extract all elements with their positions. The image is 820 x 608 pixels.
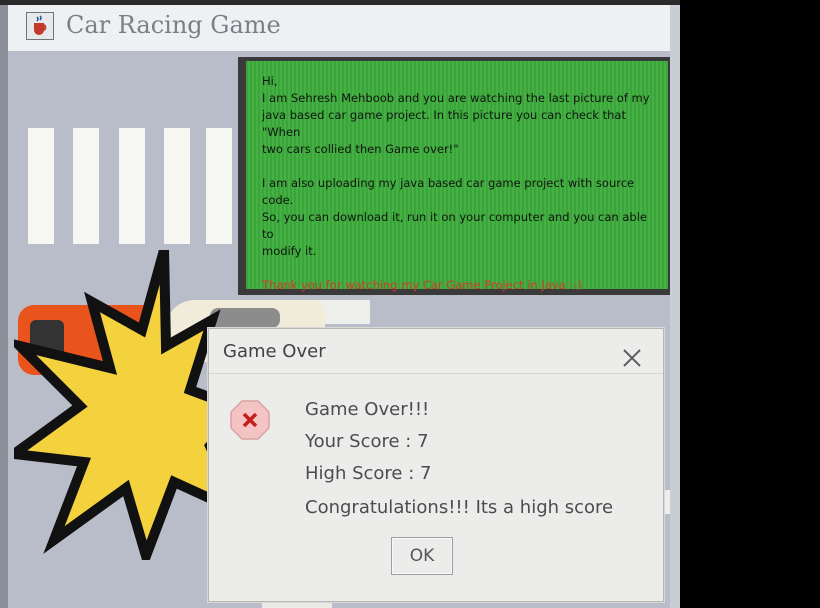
crosswalk-stripe bbox=[164, 128, 190, 244]
message-text-area: Hi, I am Sehresh Mehboob and you are wat… bbox=[246, 61, 668, 292]
black-margin bbox=[680, 0, 820, 608]
dialog-divider bbox=[209, 373, 663, 374]
crosswalk-stripe bbox=[28, 128, 54, 244]
message-line: So, you can download it, run it on your … bbox=[262, 210, 647, 241]
dialog-score-line: Your Score : 7 bbox=[305, 431, 429, 452]
message-line: two cars collied then Game over!" bbox=[262, 142, 459, 156]
photo-frame: Car Racing Game Hi, I am Sehresh Mehboob… bbox=[0, 0, 680, 608]
message-line: modify it. bbox=[262, 244, 317, 258]
dialog-highscore-line: High Score : 7 bbox=[305, 463, 432, 484]
ok-button[interactable]: OK bbox=[391, 537, 453, 575]
message-panel: Hi, I am Sehresh Mehboob and you are wat… bbox=[238, 57, 670, 295]
game-over-dialog: Game Over Game Over!!! Your Score : 7 Hi… bbox=[208, 328, 664, 602]
dialog-message-line: Game Over!!! bbox=[305, 399, 430, 420]
close-icon[interactable] bbox=[621, 347, 643, 369]
crosswalk-stripe bbox=[119, 128, 145, 244]
java-cup-icon bbox=[26, 12, 54, 40]
dialog-title: Game Over bbox=[223, 341, 326, 362]
window-titlebar[interactable]: Car Racing Game bbox=[8, 5, 670, 52]
window-left-edge bbox=[0, 5, 8, 608]
message-line: Hi, bbox=[262, 74, 278, 88]
error-x-icon bbox=[230, 400, 270, 440]
message-line: I am also uploading my java based car ga… bbox=[262, 176, 635, 207]
message-line: java based car game project. In this pic… bbox=[262, 108, 626, 139]
crosswalk-stripe bbox=[206, 128, 232, 244]
dialog-congrats-line: Congratulations!!! Its a high score bbox=[305, 497, 614, 518]
window-title: Car Racing Game bbox=[66, 11, 281, 39]
crosswalk-stripe bbox=[73, 128, 99, 244]
message-line: I am Sehresh Mehboob and you are watchin… bbox=[262, 91, 650, 105]
thanks-line: Thank you for watching my Car Game Proje… bbox=[262, 278, 582, 292]
